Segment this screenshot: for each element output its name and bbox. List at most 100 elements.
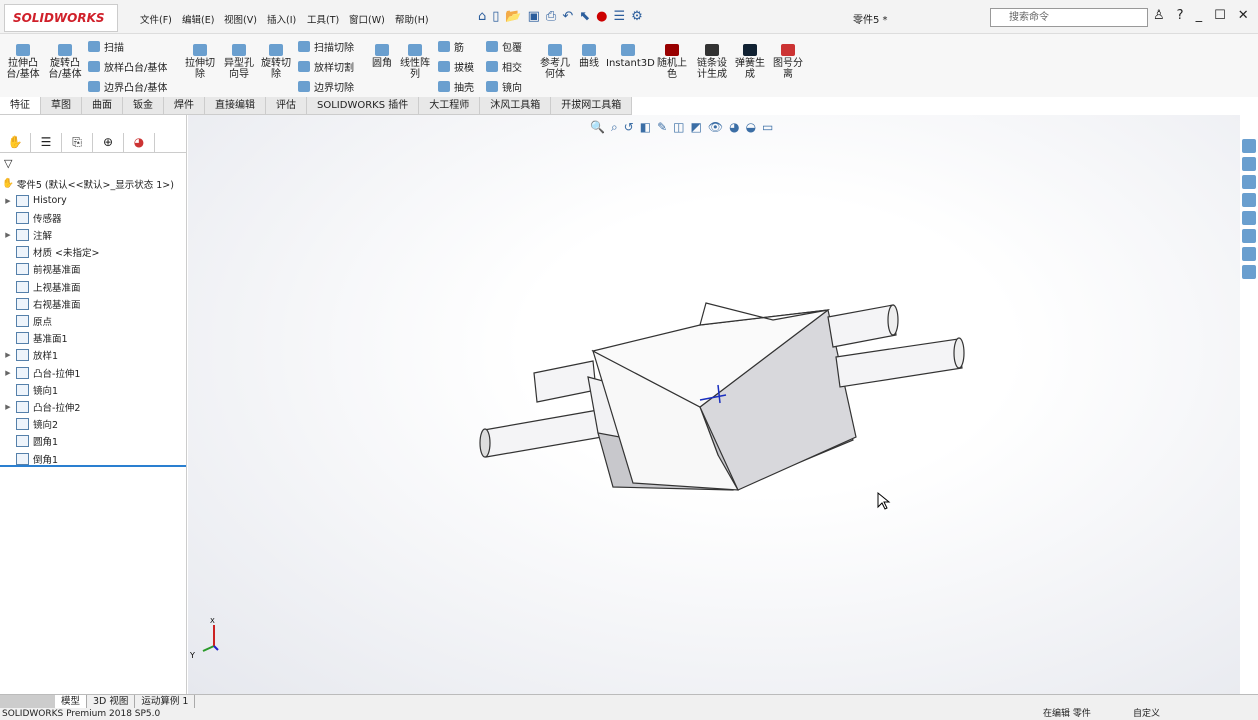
bottom-tab-1[interactable]: 3D 视图 [87,695,136,708]
tree-item[interactable]: 基准面1 [0,330,68,347]
user-icon[interactable]: ♙ [1153,8,1165,23]
ribbon-small-button-8[interactable]: 抽壳 [438,79,474,94]
tab-2[interactable]: 曲面 [82,97,123,114]
new-icon[interactable]: ▯ [492,9,499,24]
3d-model[interactable]: YX [188,115,1240,695]
zoom-area-icon[interactable]: ⌕ [611,120,618,135]
tree-item[interactable]: ▶ 凸台-拉伸2 [0,398,80,415]
graphics-area[interactable]: YX [188,115,1240,695]
view-settings-icon[interactable]: ▭ [762,120,773,135]
ribbon-button-13[interactable]: 图号分离 [770,44,806,80]
ribbon-button-9[interactable]: Instant3D [606,44,655,69]
search-input[interactable]: 搜索命令 [990,8,1148,27]
close-button[interactable]: ✕ [1238,8,1249,23]
menu-4[interactable]: 工具(T) [307,12,339,26]
ribbon-button-0[interactable]: 拉伸凸台/基体 [4,44,42,80]
select-icon[interactable]: ⬉ [579,9,590,24]
ribbon-small-button-4[interactable]: 放样切割 [298,59,354,74]
menu-5[interactable]: 窗口(W) [349,12,385,26]
ribbon-small-button-6[interactable]: 筋 [438,39,464,54]
file-properties-icon[interactable]: ☰ [613,9,625,24]
ribbon-button-2[interactable]: 拉伸切除 [182,44,218,80]
display-manager-tab[interactable]: ◕ [124,133,155,153]
file-explorer-icon[interactable] [1242,193,1256,207]
scene-icon[interactable]: ◒ [746,120,756,135]
ribbon-small-button-5[interactable]: 边界切除 [298,79,354,94]
units-dropdown[interactable]: 自定义 [1133,708,1160,720]
tree-item[interactable]: 传感器 [0,209,62,226]
tree-item[interactable]: 原点 [0,312,52,329]
ribbon-button-6[interactable]: 线性阵列 [398,44,432,80]
tree-item[interactable]: 上视基准面 [0,278,81,295]
home-icon[interactable]: ⌂ [478,9,486,24]
tree-item[interactable]: ▶ 放样1 [0,347,58,364]
tab-9[interactable]: 沐风工具箱 [480,97,552,114]
resources-icon[interactable] [1242,157,1256,171]
ribbon-button-8[interactable]: 曲线 [576,44,602,69]
open-icon[interactable]: 📂 [505,9,521,24]
ribbon-small-button-9[interactable]: 包覆 [486,39,522,54]
home-icon[interactable] [1242,139,1256,153]
tree-item[interactable]: ▶ 注解 [0,226,52,243]
appearances-icon[interactable] [1242,211,1256,225]
save-icon[interactable]: ▣ [528,9,540,24]
ribbon-small-button-11[interactable]: 镜向 [486,79,522,94]
tree-item[interactable]: 右视基准面 [0,295,81,312]
tree-item[interactable]: 镜向1 [0,381,58,398]
options-gear-icon[interactable]: ⚙ [631,9,643,24]
tree-item[interactable]: ▶ 凸台-拉伸1 [0,364,80,381]
ribbon-small-button-1[interactable]: 放样凸台/基体 [88,59,167,74]
hide-show-icon[interactable]: 👁 [708,120,723,135]
help-icon[interactable]: ? [1177,8,1184,23]
display-style-icon[interactable]: ◩ [691,120,702,135]
ribbon-button-3[interactable]: 异型孔向导 [222,44,256,80]
appearance-icon[interactable]: ◕ [729,120,739,135]
menu-0[interactable]: 文件(F) [140,12,172,26]
menu-2[interactable]: 视图(V) [224,12,257,26]
bottom-tab-2[interactable]: 运动算例 1 [135,695,196,708]
ribbon-small-button-7[interactable]: 拔模 [438,59,474,74]
dynamic-annotation-icon[interactable]: ✎ [657,120,667,135]
design-library-icon[interactable] [1242,175,1256,189]
tree-item[interactable]: 镜向2 [0,416,58,433]
ribbon-button-5[interactable]: 圆角 [370,44,394,69]
print-icon[interactable]: ⎙ [546,9,556,24]
rollback-bar[interactable] [0,465,186,467]
tab-4[interactable]: 焊件 [164,97,205,114]
tree-item[interactable]: 材质 <未指定> [0,244,99,261]
menu-3[interactable]: 插入(I) [267,12,296,26]
ribbon-small-button-0[interactable]: 扫描 [88,39,124,54]
ribbon-button-4[interactable]: 旋转切除 [258,44,294,80]
ribbon-button-7[interactable]: 参考几何体 [538,44,572,80]
property-manager-tab[interactable]: ☰ [31,133,62,153]
tab-0[interactable]: 特征 [0,97,41,114]
toolbox-icon[interactable] [1242,265,1256,279]
dimxpert-tab[interactable]: ⊕ [93,133,124,153]
bottom-tab-0[interactable]: 模型 [55,695,88,708]
tab-3[interactable]: 钣金 [123,97,164,114]
rebuild-icon[interactable]: ● [596,9,607,24]
ribbon-button-11[interactable]: 链条设计生成 [694,44,730,80]
ribbon-small-button-2[interactable]: 边界凸台/基体 [88,79,167,94]
expand-arrow-icon[interactable]: ▶ [0,369,16,377]
tab-10[interactable]: 开拔网工具箱 [551,97,633,114]
forum-icon[interactable] [1242,247,1256,261]
tab-8[interactable]: 大工程师 [419,97,481,114]
tree-item[interactable]: 圆角1 [0,433,58,450]
zoom-to-fit-icon[interactable]: 🔍 [590,120,605,135]
ribbon-button-12[interactable]: 弹簧生成 [732,44,768,80]
configuration-tab[interactable]: ⎘ [62,133,93,153]
view-orientation-icon[interactable]: ◫ [673,120,684,135]
expand-arrow-icon[interactable]: ▶ [0,231,16,239]
minimize-button[interactable]: _ [1196,8,1203,23]
tab-1[interactable]: 草图 [41,97,82,114]
expand-arrow-icon[interactable]: ▶ [0,403,16,411]
maximize-button[interactable]: ☐ [1214,8,1226,23]
expand-arrow-icon[interactable]: ▶ [0,197,16,205]
ribbon-button-10[interactable]: 随机上色 [654,44,690,80]
previous-view-icon[interactable]: ↺ [624,120,634,135]
tab-5[interactable]: 直接编辑 [205,97,266,114]
tree-item[interactable]: ▶ History [0,192,67,209]
tab-7[interactable]: SOLIDWORKS 插件 [307,97,420,114]
section-view-icon[interactable]: ◧ [640,120,651,135]
